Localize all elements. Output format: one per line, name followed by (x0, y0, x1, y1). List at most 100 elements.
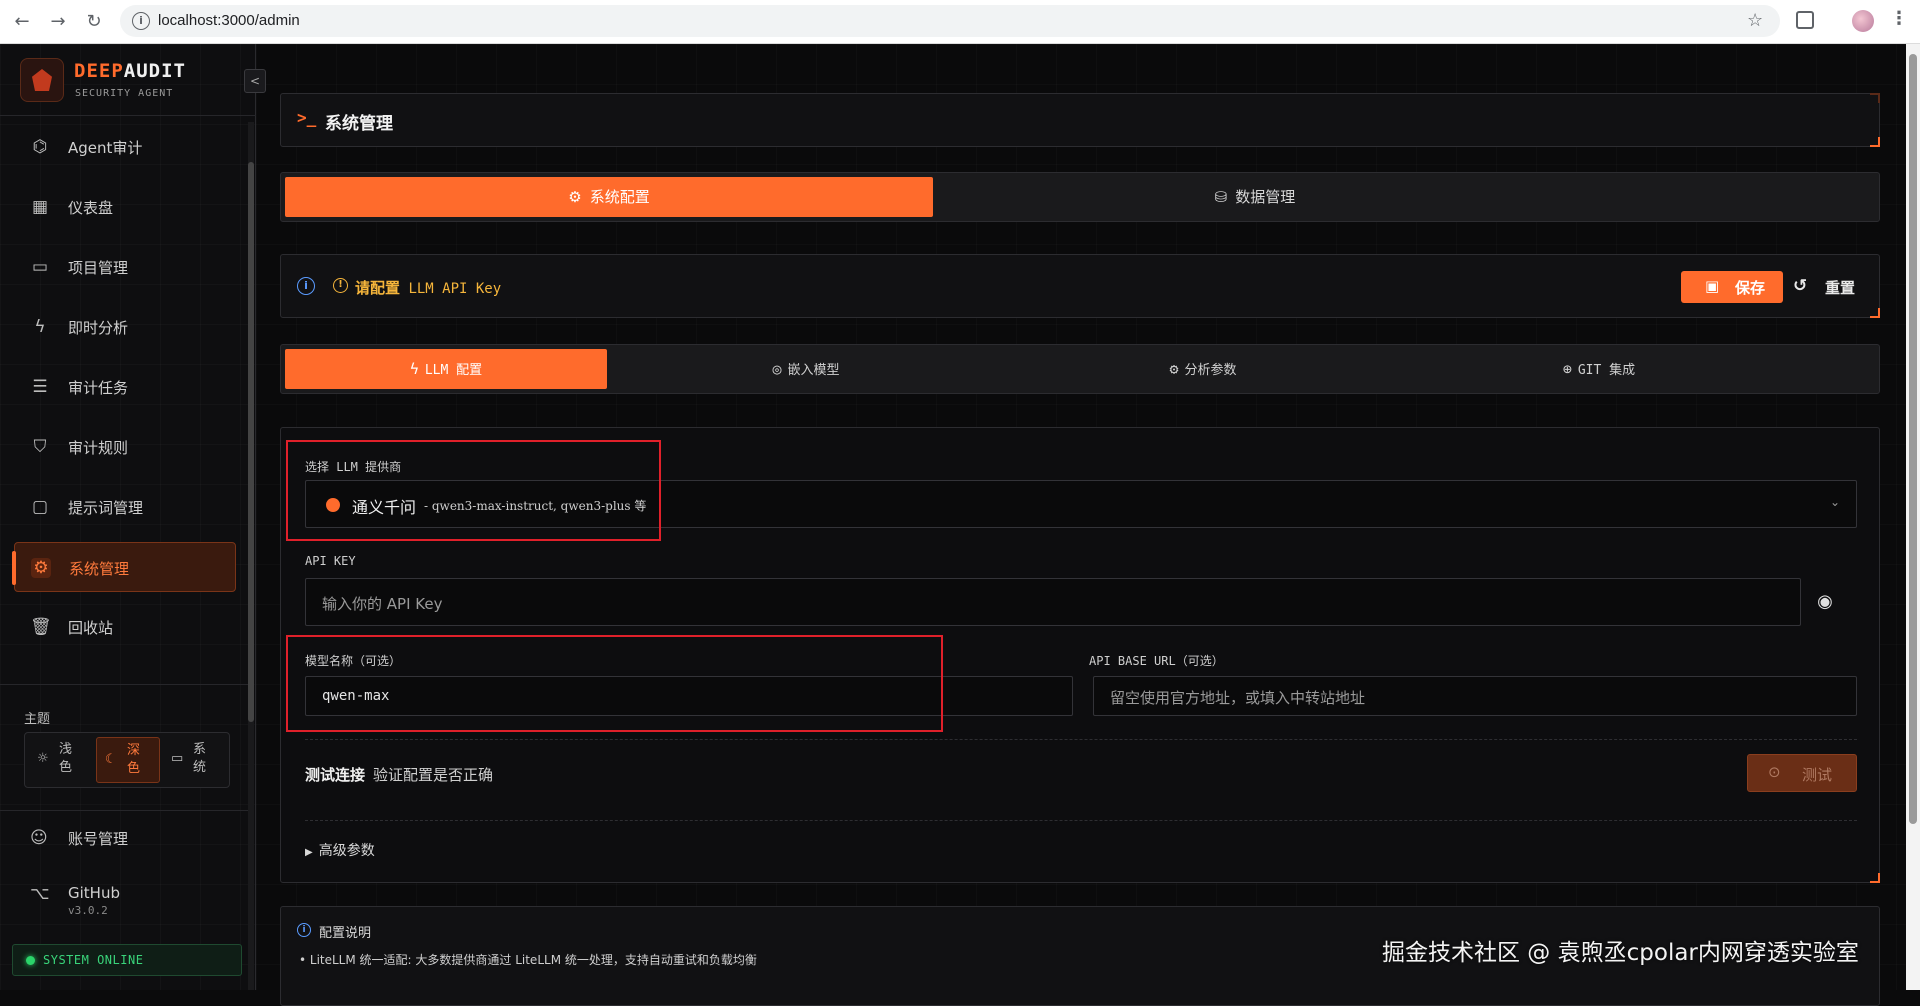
warning-icon: ! (333, 278, 348, 293)
lightning-icon: ϟ (34, 317, 46, 337)
chevron-left-icon: < (249, 74, 261, 88)
theme-dark-option[interactable]: ☾ 深色 (96, 737, 160, 783)
account-management-link[interactable]: ☺ 账号管理 (14, 814, 236, 864)
info-icon: i (297, 923, 311, 937)
github-icon: ⌥ (30, 884, 50, 904)
play-icon: ⊙ (1768, 763, 1781, 781)
github-link[interactable]: ⌥ GitHub v3.0.2 (14, 870, 236, 920)
sidebar-item-label: Agent审计 (68, 139, 143, 157)
tab-llm-config[interactable]: ϟ LLM 配置 (285, 349, 607, 389)
sidebar-item-4[interactable]: ☰ 审计任务 (14, 362, 236, 412)
sidebar-item-label: 即时分析 (68, 319, 129, 337)
tab-embedding-model[interactable]: ◎ 嵌入模型 (607, 349, 1005, 389)
browser-toolbar: ← → ↻ i localhost:3000/admin ☆ ⋮ (0, 0, 1920, 44)
reset-icon: ↺ (1793, 276, 1808, 296)
page-scrollbar[interactable] (1906, 44, 1920, 990)
shield-icon: ⛉ (33, 437, 47, 457)
reset-button[interactable]: ↺ 重置 (1791, 271, 1871, 303)
gear-icon: ⚙ (568, 188, 582, 206)
sidebar: DEEPAUDIT SECURITY AGENT ⌬ Agent审计 ▦ 仪表盘 ▭ 项目… (0, 44, 256, 990)
api-key-label: API KEY (305, 554, 356, 568)
sun-icon: ☼ (37, 751, 49, 766)
config-notice-bar: i ! 请配置 LLM API Key ▣ 保存 ↺ 重置 (280, 254, 1880, 318)
theme-title: 主题 (24, 712, 51, 727)
eye-icon[interactable]: ◉ (1813, 591, 1837, 615)
sidebar-item-label: 系统管理 (69, 560, 130, 578)
sidebar-collapse-button[interactable]: < (244, 69, 266, 93)
version-label: v3.0.2 (68, 904, 108, 917)
sidebar-item-label: 仪表盘 (68, 199, 114, 217)
sidebar-item-5[interactable]: ⛉ 审计规则 (14, 422, 236, 472)
database-icon: ⛁ (1214, 188, 1228, 206)
save-button[interactable]: ▣ 保存 (1681, 271, 1783, 303)
gear-icon: ⚙ (31, 558, 51, 578)
info-icon: i (297, 277, 315, 295)
sidebar-scrollbar[interactable] (248, 122, 254, 990)
moon-icon: ☾ (105, 752, 117, 767)
bookmark-star-icon[interactable]: ☆ (1747, 10, 1763, 31)
sidebar-item-1[interactable]: ▦ 仪表盘 (14, 182, 236, 232)
browser-menu-icon[interactable]: ⋮ (1890, 8, 1908, 29)
test-connection-button[interactable]: ⊙ 测试 (1747, 754, 1857, 792)
tab-data-management[interactable]: ⛁ 数据管理 (933, 177, 1577, 217)
caret-right-icon: ▶ (305, 847, 313, 858)
theme-switcher: ☼ 浅色 ☾ 深色 ▭ 系统 (24, 732, 230, 788)
dashboard-icon: ▦ (31, 197, 49, 217)
sidebar-item-label: 项目管理 (68, 259, 129, 277)
config-subtabs: ϟ LLM 配置 ◎ 嵌入模型 ⚙ 分析参数 ⊕ GIT 集成 (280, 344, 1880, 394)
address-bar[interactable]: i localhost:3000/admin (120, 5, 1780, 37)
folder-icon: ▭ (31, 257, 49, 277)
system-status-badge: SYSTEM ONLINE (12, 944, 242, 976)
sidebar-item-label: 审计任务 (68, 379, 129, 397)
tab-analysis-params[interactable]: ⚙ 分析参数 (1005, 349, 1401, 389)
tab-system-config[interactable]: ⚙ 系统配置 (285, 177, 933, 217)
api-key-input[interactable]: 输入你的 API Key (305, 578, 1801, 626)
chevron-down-icon: ⌄ (1829, 495, 1840, 509)
watermark: 掘金技术社区 @ 袁煦丞cpolar内网穿透实验室 (1382, 940, 1859, 966)
theme-system-option[interactable]: ▭ 系统 (163, 737, 227, 783)
base-url-label: API BASE URL（可选） (1089, 654, 1224, 668)
base-url-input[interactable]: 留空使用官方地址，或填入中转站地址 (1093, 676, 1857, 716)
sidebar-item-0[interactable]: ⌬ Agent审计 (14, 122, 236, 172)
highlight-box-model (286, 635, 943, 732)
highlight-box-provider (286, 440, 661, 541)
brain-icon: ◎ (772, 360, 782, 378)
advanced-params-toggle[interactable]: ▶ 高级参数 (305, 840, 375, 860)
profile-avatar[interactable] (1852, 10, 1874, 32)
logo-icon (20, 58, 64, 102)
sidebar-item-8[interactable]: 🗑 回收站 (14, 602, 236, 652)
address-url[interactable]: localhost:3000/admin (158, 12, 300, 29)
forward-arrow-icon[interactable]: → (46, 10, 70, 34)
brand-subtitle: SECURITY AGENT (75, 88, 174, 99)
sidebar-item-6[interactable]: ▢ 提示词管理 (14, 482, 236, 532)
theme-light-option[interactable]: ☼ 浅色 (29, 737, 93, 783)
user-icon: ☺ (30, 828, 48, 848)
robot-icon: ⌬ (32, 137, 48, 157)
status-dot-icon (26, 956, 35, 965)
main-tabs: ⚙ 系统配置 ⛁ 数据管理 (280, 172, 1880, 222)
page-title: 系统管理 (325, 114, 393, 134)
back-arrow-icon[interactable]: ← (10, 10, 34, 34)
terminal-icon: >_ (297, 108, 317, 127)
config-warning-text: 请配置 LLM API Key (355, 279, 502, 297)
trash-icon: 🗑 (30, 617, 52, 637)
sidebar-item-label: 审计规则 (68, 439, 129, 457)
message-icon: ▢ (31, 497, 49, 517)
main-content: >_ 系统管理 ⚙ 系统配置 ⛁ 数据管理 i ! 请配置 LLM API Key … (256, 44, 1920, 1006)
tab-git-integration[interactable]: ⊕ GIT 集成 (1401, 349, 1797, 389)
sidebar-item-3[interactable]: ϟ 即时分析 (14, 302, 236, 352)
lightning-icon: ϟ (409, 360, 419, 378)
sidebar-item-label: 提示词管理 (68, 499, 144, 517)
reload-icon[interactable]: ↻ (82, 10, 106, 34)
gear-icon: ⚙ (1169, 360, 1179, 378)
test-connection-subtitle: 验证配置是否正确 (373, 766, 494, 784)
list-icon: ☰ (32, 377, 48, 397)
brand-header: DEEPAUDIT SECURITY AGENT (0, 44, 256, 116)
brand-name: DEEPAUDIT (74, 60, 186, 82)
sidebar-item-7[interactable]: ⚙ 系统管理 (12, 542, 236, 592)
site-info-icon[interactable]: i (132, 12, 150, 30)
save-icon: ▣ (1705, 277, 1720, 295)
extensions-icon[interactable] (1796, 11, 1814, 29)
page-header: >_ 系统管理 (280, 93, 1880, 147)
sidebar-item-2[interactable]: ▭ 项目管理 (14, 242, 236, 292)
